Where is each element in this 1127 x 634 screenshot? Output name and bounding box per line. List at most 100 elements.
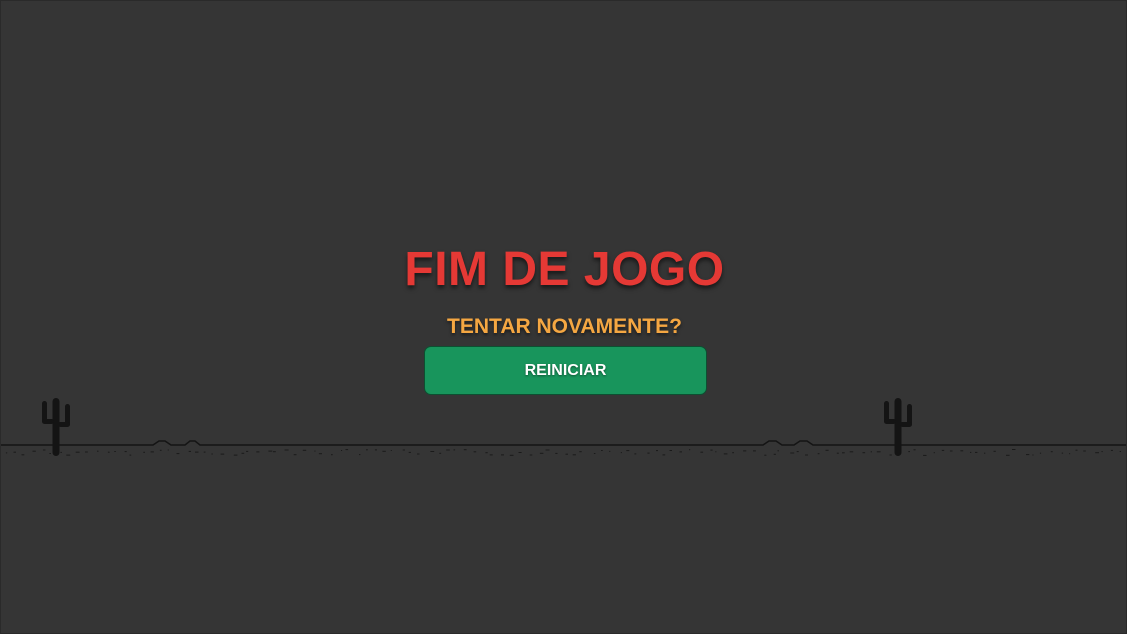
ground-speck (1069, 453, 1071, 455)
ground-speck (485, 452, 488, 454)
ground-speck (908, 451, 910, 453)
ground-speck (970, 451, 972, 453)
ground-speck (842, 452, 845, 454)
try-again-prompt: TENTAR NOVAMENTE? (447, 315, 682, 338)
ground-speck (273, 451, 276, 453)
ground-speck (60, 451, 62, 453)
ground-speck (241, 452, 245, 454)
ground-speck (565, 453, 568, 455)
ground-speck (107, 451, 110, 453)
ground-speck (1083, 450, 1086, 452)
ground-speck (1012, 449, 1016, 450)
ground-speck (984, 452, 986, 454)
ground-speck (124, 451, 127, 453)
ground-speck (634, 453, 637, 455)
ground-speck (941, 449, 945, 451)
ground-speck (743, 450, 747, 452)
ground-speck (518, 452, 522, 453)
ground-speck (572, 454, 576, 456)
ground-speck (579, 451, 582, 453)
ground-speck (805, 454, 808, 456)
ground-speck (256, 451, 260, 453)
ground-speck (463, 449, 467, 451)
ground-speck (66, 454, 71, 456)
ground-speck (176, 453, 180, 455)
ground-speck (129, 454, 132, 456)
ground-speck (949, 450, 953, 452)
ground-speck (143, 451, 145, 453)
ground-speck (268, 450, 273, 452)
ground-speck (42, 449, 46, 451)
cactus-icon (884, 398, 912, 456)
ground-speck (1110, 449, 1113, 451)
ground-speck (331, 454, 333, 456)
ground-speck (318, 453, 322, 455)
ground-speck (870, 451, 872, 453)
ground-speck (341, 450, 343, 451)
ground-speck (732, 452, 734, 454)
ground-speck (876, 451, 881, 453)
restart-button[interactable]: REINICIAR (424, 346, 707, 395)
ground-speck (1119, 451, 1121, 452)
ground-speck (960, 450, 964, 452)
ground-speck (753, 450, 756, 452)
ground-speck (889, 454, 892, 456)
ground-speck (700, 451, 704, 453)
ground-speck (233, 454, 238, 456)
ground-speck (402, 449, 405, 451)
ground-speck (203, 451, 206, 453)
ground-speck (49, 453, 51, 454)
game-over-title: FIM DE JOGO (404, 243, 725, 296)
ground-speck (545, 449, 550, 451)
ground-speck (509, 454, 514, 456)
ground-speck (993, 450, 996, 452)
ground-speck (114, 451, 116, 452)
ground-speck (620, 452, 622, 454)
ground-speck (417, 453, 420, 455)
ground-speck (75, 451, 80, 453)
ground-specks (5, 449, 1121, 456)
cactus-icon (42, 398, 70, 456)
ground-speck (188, 450, 191, 452)
ground-speck (933, 452, 935, 454)
ground-speck (1075, 449, 1078, 451)
ground-speck (439, 452, 442, 454)
ground-speck (246, 450, 249, 452)
ground-speck (923, 454, 927, 456)
ground-speck (345, 449, 349, 451)
ground-speck (220, 453, 225, 455)
ground-speck (796, 451, 799, 453)
ground-speck (593, 453, 596, 454)
ground-speck (1039, 452, 1042, 454)
ground-speck (501, 454, 504, 456)
ground-speck (1101, 451, 1103, 453)
ground-speck (211, 453, 213, 455)
ground-speck (764, 454, 767, 456)
ground-speck (314, 450, 316, 452)
ground-speck (1026, 454, 1030, 456)
ground-speck (773, 453, 776, 455)
ground-speck (390, 450, 392, 451)
ground-speck (849, 451, 854, 453)
ground-speck (167, 449, 169, 451)
ground-speck (446, 449, 450, 451)
ground-speck (284, 449, 289, 451)
ground-speck (862, 452, 866, 454)
ground-speck (302, 449, 307, 451)
ground-speck (647, 452, 650, 454)
ground-speck (195, 451, 199, 453)
ground-speck (489, 454, 493, 456)
ground-speck (5, 452, 8, 454)
ground-line (1, 440, 1126, 446)
ground-speck (159, 449, 162, 451)
ground-speck (715, 451, 717, 453)
ground-speck (669, 450, 672, 451)
ground-speck (539, 452, 544, 454)
ground-speck (555, 452, 558, 454)
ground-speck (1061, 452, 1064, 454)
ground-speck (817, 453, 820, 455)
ground-speck (97, 450, 99, 452)
ground-speck (825, 449, 829, 451)
ground-speck (453, 449, 456, 451)
ground-speck (1006, 454, 1010, 456)
